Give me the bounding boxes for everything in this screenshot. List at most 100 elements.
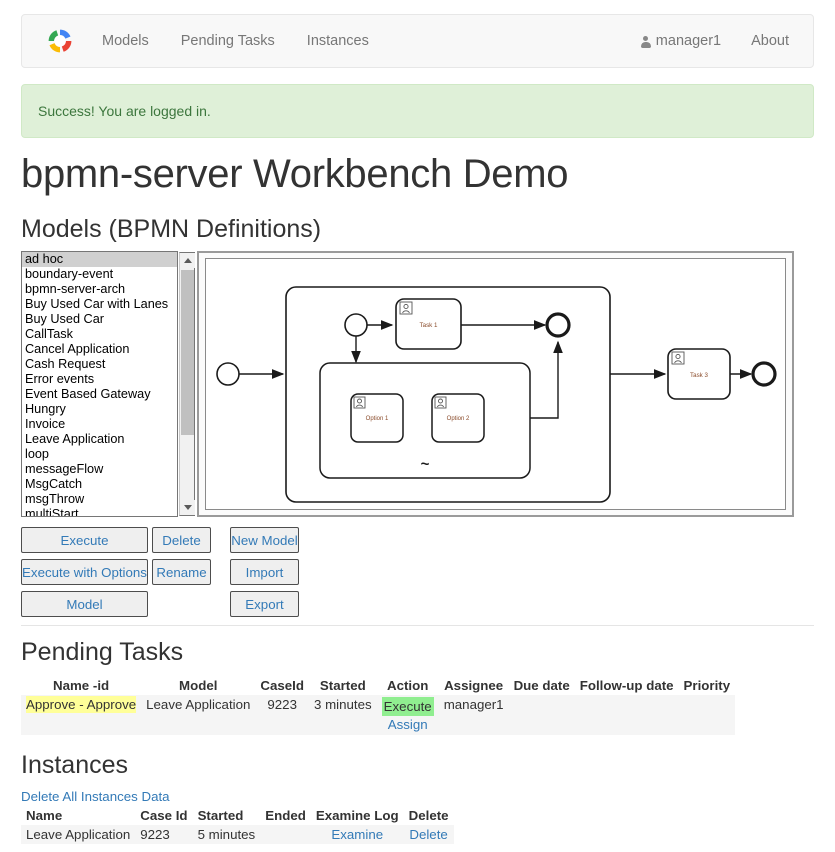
nav-link-pending-tasks[interactable]: Pending Tasks bbox=[165, 15, 291, 67]
bpmn-option2-label: Option 2 bbox=[447, 416, 470, 422]
rename-button[interactable]: Rename bbox=[152, 559, 211, 585]
delete-all-instances-link[interactable]: Delete All Instances Data bbox=[21, 789, 170, 804]
success-alert-message: Success! You are logged in. bbox=[38, 103, 211, 119]
delete-button[interactable]: Delete bbox=[152, 527, 211, 553]
bpmn-end-event bbox=[753, 363, 775, 385]
user-menu[interactable]: manager1 bbox=[627, 33, 735, 49]
table-row: Leave Application 9223 5 minutes Examine… bbox=[21, 825, 454, 844]
models-list-item[interactable]: boundary-event bbox=[22, 267, 177, 282]
scroll-down-arrow-icon[interactable] bbox=[180, 500, 195, 515]
bpmn-diagram-panel[interactable]: Task 1 Option 1 bbox=[197, 251, 794, 517]
new-model-button[interactable]: New Model bbox=[230, 527, 299, 553]
import-button[interactable]: Import bbox=[230, 559, 299, 585]
cell-task-name: Approve - Approve bbox=[21, 695, 141, 735]
cell-assignee: manager1 bbox=[439, 695, 509, 735]
models-list-item[interactable]: Cancel Application bbox=[22, 342, 177, 357]
bpmn-inner-end-event bbox=[547, 314, 569, 336]
table-header-row: Name -id Model CaseId Started Action Ass… bbox=[21, 676, 735, 695]
col-inst-ended: Ended bbox=[260, 806, 311, 825]
bpmn-start-event bbox=[217, 363, 239, 385]
delete-instance-link[interactable]: Delete bbox=[409, 827, 447, 842]
nav-link-about[interactable]: About bbox=[735, 15, 805, 67]
cell-priority bbox=[679, 695, 736, 735]
models-list-item[interactable]: Event Based Gateway bbox=[22, 387, 177, 402]
col-inst-examine-log: Examine Log bbox=[311, 806, 404, 825]
user-icon bbox=[641, 36, 651, 48]
bpmn-diagram-canvas[interactable]: Task 1 Option 1 bbox=[205, 258, 786, 510]
scroll-up-arrow-icon[interactable] bbox=[180, 253, 195, 268]
models-list-item[interactable]: Cash Request bbox=[22, 357, 177, 372]
execute-button[interactable]: Execute bbox=[21, 527, 148, 553]
col-started: Started bbox=[309, 676, 377, 695]
username-label: manager1 bbox=[656, 33, 721, 49]
bpmn-task3-label: Task 3 bbox=[690, 372, 708, 379]
bpmn-user-task-icon bbox=[672, 352, 684, 364]
brand-logo[interactable] bbox=[34, 21, 86, 61]
bpmn-task1-label: Task 1 bbox=[420, 322, 438, 329]
models-list-item[interactable]: Leave Application bbox=[22, 432, 177, 447]
cell-inst-delete: Delete bbox=[404, 825, 454, 844]
col-inst-started: Started bbox=[193, 806, 261, 825]
bpmn-inner-start-event bbox=[345, 314, 367, 336]
models-list-item[interactable]: messageFlow bbox=[22, 462, 177, 477]
execute-with-options-button[interactable]: Execute with Options bbox=[21, 559, 148, 585]
models-list-item[interactable]: loop bbox=[22, 447, 177, 462]
navbar: Models Pending Tasks Instances manager1 … bbox=[21, 14, 814, 68]
bpmn-user-task-icon bbox=[354, 397, 365, 408]
bpmn-user-task-icon bbox=[400, 302, 412, 314]
cell-action: Execute Assign bbox=[377, 695, 439, 735]
bpmn-logo-icon bbox=[45, 26, 75, 56]
nav-links: Models Pending Tasks Instances bbox=[86, 15, 385, 67]
pending-tasks-table: Name -id Model CaseId Started Action Ass… bbox=[21, 676, 735, 735]
table-row: Approve - Approve Leave Application 9223… bbox=[21, 695, 735, 735]
models-list-item[interactable]: multiStart bbox=[22, 507, 177, 517]
cell-inst-name: Leave Application bbox=[21, 825, 135, 844]
models-list-item[interactable]: CallTask bbox=[22, 327, 177, 342]
bpmn-option1-label: Option 1 bbox=[366, 416, 389, 422]
execute-action-link[interactable]: Execute bbox=[382, 697, 434, 716]
col-assignee: Assignee bbox=[439, 676, 509, 695]
col-priority: Priority bbox=[679, 676, 736, 695]
cell-model: Leave Application bbox=[141, 695, 255, 735]
models-list-item[interactable]: bpmn-server-arch bbox=[22, 282, 177, 297]
col-action: Action bbox=[377, 676, 439, 695]
col-due-date: Due date bbox=[509, 676, 575, 695]
col-model: Model bbox=[141, 676, 255, 695]
table-header-row: Name Case Id Started Ended Examine Log D… bbox=[21, 806, 454, 825]
cell-inst-started: 5 minutes bbox=[193, 825, 261, 844]
models-section-title: Models (BPMN Definitions) bbox=[21, 215, 321, 244]
scrollbar-thumb[interactable] bbox=[181, 270, 194, 435]
cell-inst-examine: Examine bbox=[311, 825, 404, 844]
bpmn-user-task-icon bbox=[435, 397, 446, 408]
instances-title: Instances bbox=[21, 751, 128, 780]
models-list-item[interactable]: Buy Used Car with Lanes bbox=[22, 297, 177, 312]
models-list-scrollbar[interactable] bbox=[179, 252, 195, 516]
model-button[interactable]: Model bbox=[21, 591, 148, 617]
bpmn-diagram-svg: Task 1 Option 1 bbox=[206, 259, 786, 510]
export-button[interactable]: Export bbox=[230, 591, 299, 617]
success-alert: Success! You are logged in. bbox=[21, 84, 814, 138]
col-name-id: Name -id bbox=[21, 676, 141, 695]
models-listbox[interactable]: ad hocboundary-eventbpmn-server-archBuy … bbox=[21, 251, 178, 517]
models-list-item[interactable]: MsgCatch bbox=[22, 477, 177, 492]
models-list-item[interactable]: msgThrow bbox=[22, 492, 177, 507]
cell-caseid: 9223 bbox=[255, 695, 309, 735]
col-follow-up-date: Follow-up date bbox=[575, 676, 679, 695]
models-list-item[interactable]: Error events bbox=[22, 372, 177, 387]
task-name-highlight: Approve - Approve bbox=[26, 696, 136, 713]
nav-link-models[interactable]: Models bbox=[86, 15, 165, 67]
cell-inst-caseid: 9223 bbox=[135, 825, 192, 844]
examine-link[interactable]: Examine bbox=[331, 827, 383, 842]
models-list-item[interactable]: Invoice bbox=[22, 417, 177, 432]
page-title: bpmn-server Workbench Demo bbox=[21, 152, 568, 197]
models-list-item[interactable]: ad hoc bbox=[22, 252, 177, 267]
col-inst-caseid: Case Id bbox=[135, 806, 192, 825]
models-list-item[interactable]: Buy Used Car bbox=[22, 312, 177, 327]
bpmn-adhoc-marker: ~ bbox=[421, 456, 430, 473]
cell-inst-ended bbox=[260, 825, 311, 844]
nav-link-instances[interactable]: Instances bbox=[291, 15, 385, 67]
pending-tasks-title: Pending Tasks bbox=[21, 638, 183, 667]
models-list-item[interactable]: Hungry bbox=[22, 402, 177, 417]
assign-action-link[interactable]: Assign bbox=[388, 716, 428, 733]
col-inst-name: Name bbox=[21, 806, 135, 825]
